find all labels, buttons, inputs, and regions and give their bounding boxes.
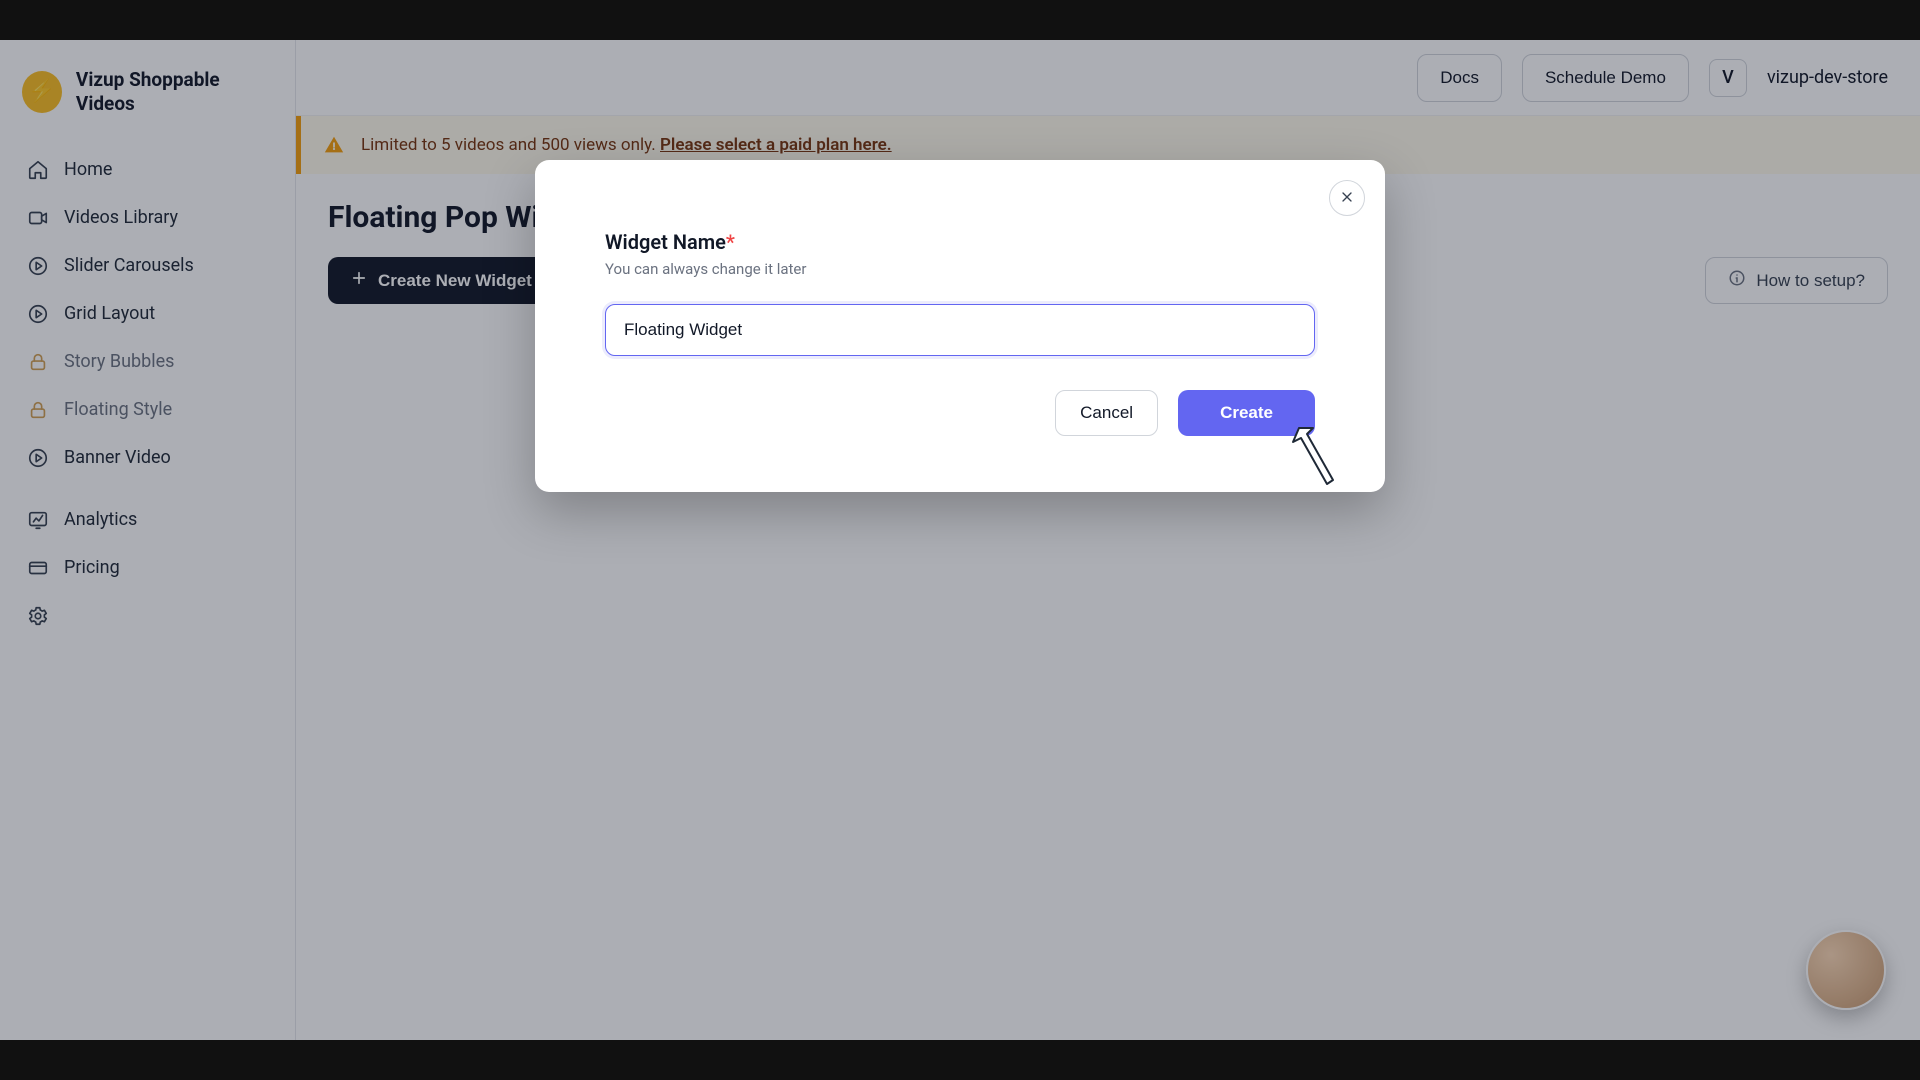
widget-name-label: Widget Name* (605, 230, 1315, 254)
letterbox-bottom (0, 1040, 1920, 1080)
close-button[interactable] (1329, 180, 1365, 216)
modal-overlay[interactable]: Widget Name* You can always change it la… (0, 40, 1920, 1040)
create-widget-modal: Widget Name* You can always change it la… (535, 160, 1385, 492)
modal-actions: Cancel Create (605, 390, 1315, 436)
widget-name-hint: You can always change it later (605, 260, 1315, 278)
widget-name-input[interactable] (605, 304, 1315, 356)
cancel-button[interactable]: Cancel (1055, 390, 1158, 436)
create-button[interactable]: Create (1178, 390, 1315, 436)
app-wrapper: ⚡ Vizup Shoppable Videos Home Videos Lib… (0, 40, 1920, 1040)
letterbox-top (0, 0, 1920, 40)
close-icon (1339, 189, 1355, 208)
